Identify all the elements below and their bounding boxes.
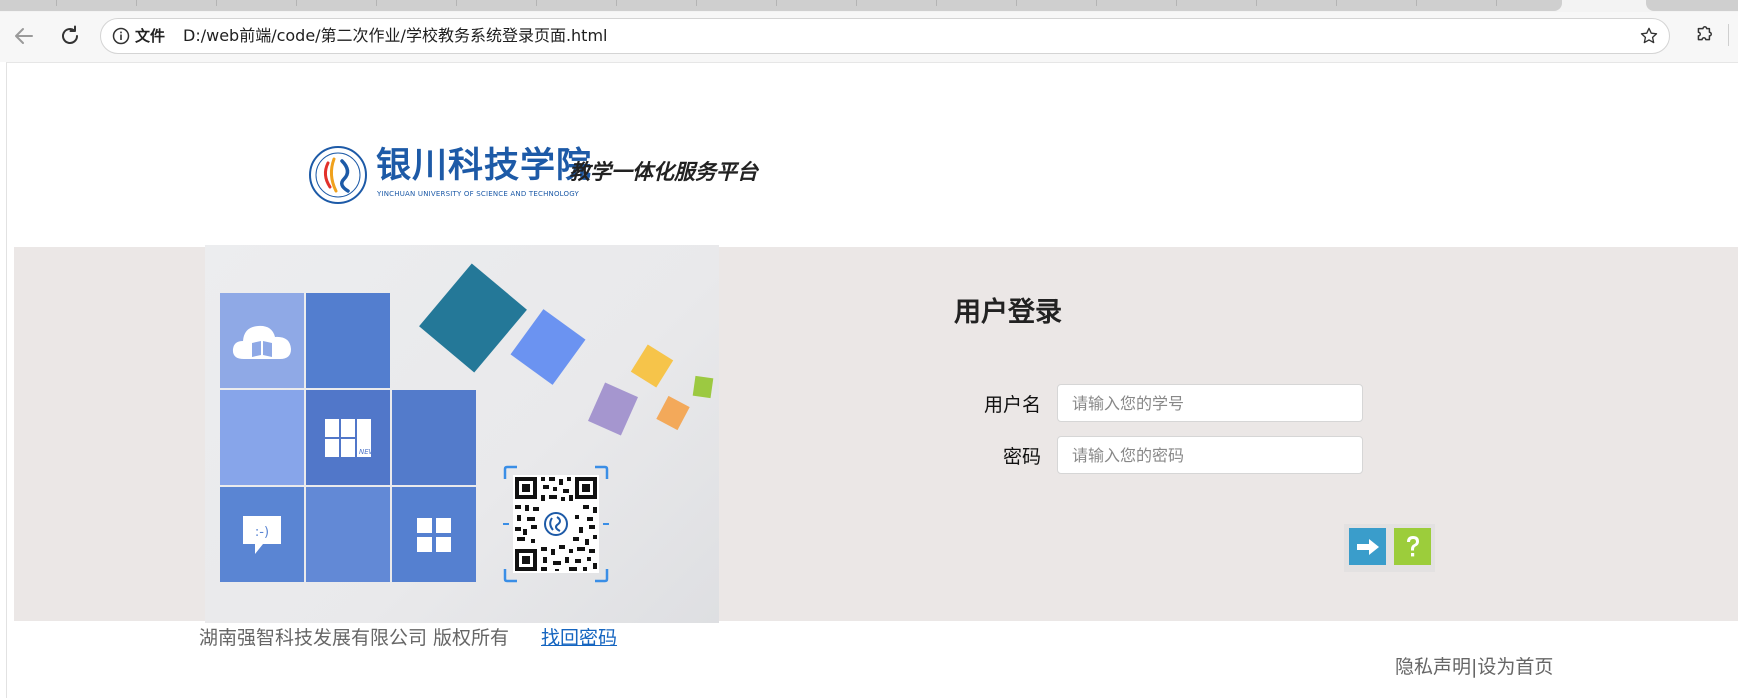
cloud-book-icon — [232, 325, 291, 359]
tab-bar[interactable] — [0, 0, 1562, 11]
tab-separator — [136, 0, 137, 6]
tab-separator — [1256, 0, 1257, 6]
tab-separator — [1096, 0, 1097, 6]
question-mark-icon — [1406, 535, 1419, 556]
platform-title: 教学一体化服务平台 — [569, 160, 758, 184]
login-actions — [1344, 524, 1435, 572]
back-button[interactable] — [10, 22, 38, 50]
login-title: 用户登录 — [954, 297, 1062, 328]
tab-separator — [1416, 0, 1417, 6]
news-icon: NEWS — [325, 418, 372, 457]
qr-code-icon — [503, 465, 609, 583]
university-name-cn: 银川科技学院 — [376, 145, 593, 186]
reload-button[interactable] — [56, 22, 84, 50]
url-text[interactable]: D:/web前端/code/第二次作业/学校教务系统登录页面.html — [183, 26, 607, 46]
tab-separator — [856, 0, 857, 6]
footer-links: 隐私声明|设为首页 — [1395, 654, 1553, 680]
banner-tile — [220, 390, 304, 485]
university-name-en: YINCHUAN UNIVERSITY OF SCIENCE AND TECHN… — [377, 190, 579, 198]
tab-separator — [1496, 0, 1497, 6]
banner-tile — [306, 293, 390, 388]
tab-separator — [216, 0, 217, 6]
tab-separator — [1336, 0, 1337, 6]
decor-square-green — [692, 375, 714, 399]
address-bar[interactable]: 文件 D:/web前端/code/第二次作业/学校教务系统登录页面.html — [100, 18, 1670, 54]
password-input[interactable] — [1057, 436, 1363, 474]
banner-illustration: NEWS :-) — [205, 245, 719, 623]
forgot-password-link[interactable]: 找回密码 — [541, 625, 617, 651]
decor-square-orange — [656, 395, 690, 431]
back-arrow-icon — [15, 28, 33, 44]
tab-separator — [696, 0, 697, 6]
banner-tile: NEWS — [306, 390, 390, 485]
banner-tile: :-) — [220, 487, 304, 582]
chat-label: :-) — [255, 525, 269, 540]
decor-square-yellow — [630, 344, 674, 388]
grid-icon — [417, 517, 451, 552]
username-label: 用户名 — [983, 394, 1041, 416]
decor-square-purple — [588, 382, 638, 436]
help-button[interactable] — [1394, 528, 1431, 565]
tab-separator — [296, 0, 297, 6]
info-icon[interactable] — [112, 27, 130, 45]
tab-separator — [56, 0, 57, 6]
tab-separator — [776, 0, 777, 6]
chat-icon: :-) — [243, 515, 281, 554]
star-icon[interactable] — [1639, 26, 1659, 46]
reload-icon — [62, 25, 78, 44]
banner-tile — [392, 390, 476, 485]
decor-square-teal — [419, 263, 527, 373]
news-label: NEWS — [359, 448, 372, 456]
banner-tile — [306, 487, 390, 582]
tab-separator — [616, 0, 617, 6]
privacy-link[interactable]: 隐私声明 — [1395, 656, 1471, 678]
set-homepage-link[interactable]: 设为首页 — [1477, 656, 1553, 678]
tab-separator — [1016, 0, 1017, 6]
banner-tile — [220, 293, 304, 388]
tab-strip — [0, 0, 1738, 12]
banner-tile — [392, 487, 476, 582]
tab-separator — [456, 0, 457, 6]
tab-separator — [376, 0, 377, 6]
tab-separator — [1176, 0, 1177, 6]
arrow-right-icon — [1356, 538, 1379, 555]
extensions-icon[interactable] — [1692, 24, 1714, 46]
toolbar-divider — [1728, 24, 1729, 46]
password-label: 密码 — [1002, 446, 1041, 468]
login-button[interactable] — [1349, 528, 1386, 565]
copyright-text: 湖南强智科技发展有限公司 版权所有 — [199, 627, 510, 649]
tab-separator — [536, 0, 537, 6]
university-emblem-icon — [309, 146, 367, 204]
file-chip[interactable]: 文件 — [135, 27, 165, 45]
decor-square-blue — [510, 309, 586, 385]
tab-separator — [936, 0, 937, 6]
username-input[interactable] — [1057, 384, 1363, 422]
tab-bar-right[interactable] — [1646, 0, 1738, 11]
